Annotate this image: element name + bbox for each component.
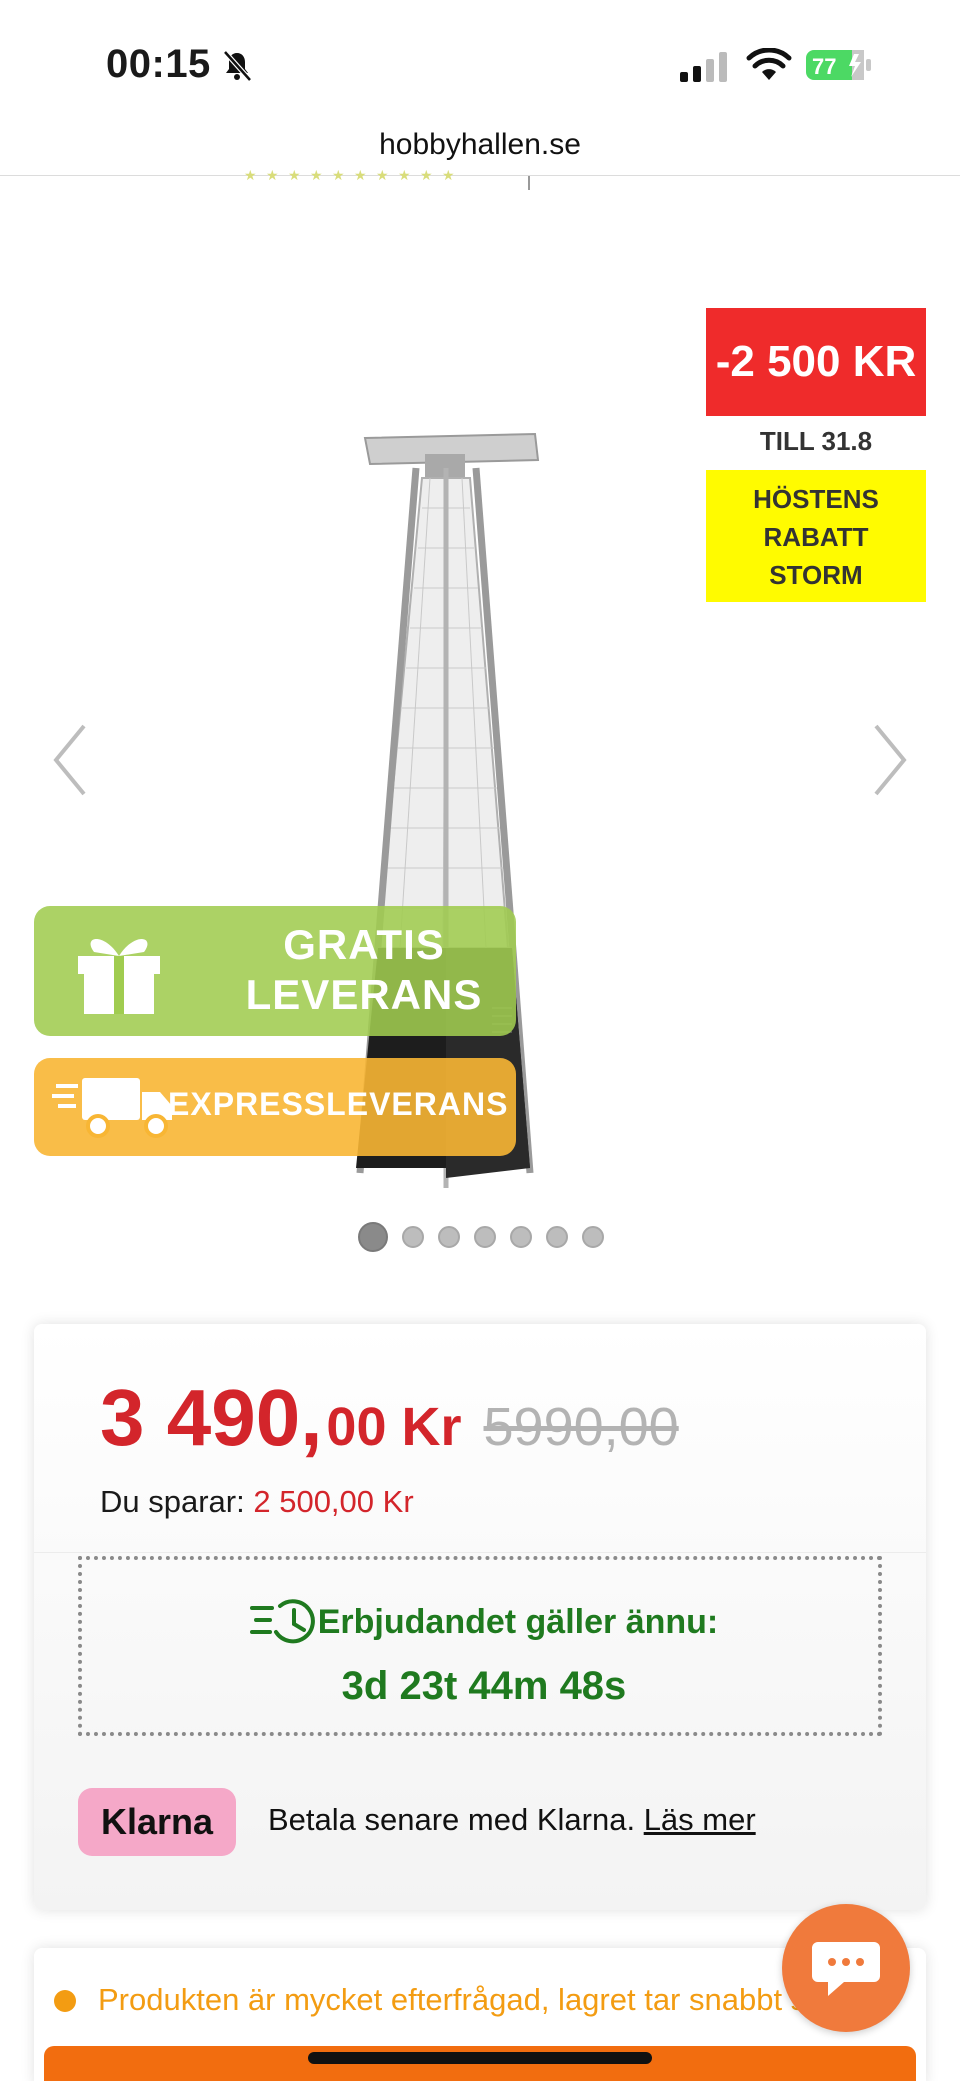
star-icon: ★ bbox=[310, 167, 323, 183]
pagination-dot[interactable] bbox=[510, 1226, 532, 1248]
url-text: hobbyhallen.se bbox=[379, 128, 581, 161]
pagination-dot[interactable] bbox=[358, 1222, 388, 1252]
star-icon: ★ bbox=[244, 167, 257, 183]
offer-countdown-box: Erbjudandet gäller ännu: 3d 23t 44m 48s bbox=[78, 1556, 882, 1736]
address-bar[interactable]: hobbyhallen.se bbox=[0, 120, 960, 176]
read-more-link[interactable]: Läs mer bbox=[644, 1802, 756, 1837]
chevron-right-icon[interactable] bbox=[870, 720, 910, 800]
wifi-icon bbox=[746, 48, 792, 80]
status-time: 00:15 bbox=[106, 42, 211, 86]
home-indicator[interactable] bbox=[308, 2052, 652, 2064]
chat-button[interactable] bbox=[782, 1904, 910, 2032]
star-icon: ★ bbox=[376, 167, 389, 183]
patio-heater-image bbox=[356, 432, 540, 1188]
free-delivery-line: GRATIS bbox=[283, 921, 445, 968]
campaign-line: STORM bbox=[769, 560, 863, 590]
saving-amount: 2 500,00 Kr bbox=[253, 1484, 414, 1519]
saving-text: Du sparar: 2 500,00 Kr bbox=[100, 1484, 414, 1520]
current-price-decimals: 00 Kr bbox=[326, 1397, 462, 1457]
gift-icon bbox=[78, 939, 160, 1014]
offer-title: Erbjudandet gäller ännu: bbox=[82, 1598, 886, 1646]
chat-icon bbox=[812, 1942, 880, 1996]
price-card: 3 490, 00 Kr 5990,00 Du sparar: 2 500,00… bbox=[34, 1324, 926, 1910]
offer-title-text: Erbjudandet gäller ännu: bbox=[317, 1602, 719, 1641]
original-price: 5990,00 bbox=[483, 1397, 679, 1457]
klarna-info: Betala senare med Klarna. Läs mer bbox=[268, 1802, 756, 1838]
stock-status-dot bbox=[54, 1990, 76, 2012]
saving-label: Du sparar: bbox=[100, 1484, 245, 1519]
divider bbox=[34, 1552, 926, 1553]
express-delivery-text: EXPRESSLEVERANS bbox=[168, 1086, 509, 1122]
rating-stars: ★ ★ ★ ★ ★ ★ ★ ★ ★ ★ bbox=[244, 168, 456, 182]
star-icon: ★ bbox=[288, 167, 301, 183]
battery-icon: 77 bbox=[806, 50, 871, 80]
price-row: 3 490, 00 Kr 5990,00 bbox=[100, 1372, 679, 1464]
battery-level: 77 bbox=[812, 54, 836, 79]
divider bbox=[528, 176, 530, 190]
star-icon: ★ bbox=[266, 167, 279, 183]
campaign-line: RABATT bbox=[763, 522, 869, 552]
express-delivery-banner: EXPRESSLEVERANS bbox=[34, 1058, 516, 1156]
countdown-timer: 3d 23t 44m 48s bbox=[341, 1664, 627, 1708]
chevron-left-icon[interactable] bbox=[50, 720, 90, 800]
klarna-logo: Klarna bbox=[78, 1788, 236, 1856]
stock-notice-text: Produkten är mycket efterfrågad, lagret … bbox=[98, 1982, 839, 2017]
bell-slash-icon bbox=[223, 50, 252, 82]
star-icon: ★ bbox=[420, 167, 433, 183]
gallery-pagination[interactable] bbox=[358, 1222, 604, 1252]
discount-badge: -2 500 KR bbox=[706, 308, 926, 416]
pagination-dot[interactable] bbox=[438, 1226, 460, 1248]
timer-icon bbox=[249, 1599, 315, 1644]
truck-icon bbox=[52, 1078, 172, 1138]
pagination-dot[interactable] bbox=[582, 1226, 604, 1248]
free-delivery-banner: GRATIS LEVERANS bbox=[34, 906, 516, 1036]
status-bar: 00:15 77 bbox=[0, 0, 960, 120]
klarna-text: Betala senare med Klarna. bbox=[268, 1802, 636, 1837]
campaign-line: HÖSTENS bbox=[753, 484, 879, 514]
current-price: 3 490, bbox=[100, 1373, 323, 1462]
star-icon: ★ bbox=[398, 167, 411, 183]
pagination-dot[interactable] bbox=[474, 1226, 496, 1248]
product-gallery[interactable]: -2 500 KR TILL 31.8 HÖSTENS RABATT STORM… bbox=[0, 190, 960, 1270]
campaign-badge: HÖSTENS RABATT STORM bbox=[706, 470, 926, 602]
free-delivery-text: GRATIS LEVERANS bbox=[224, 920, 504, 1020]
cellular-signal-icon bbox=[680, 52, 727, 82]
pagination-dot[interactable] bbox=[402, 1226, 424, 1248]
star-icon: ★ bbox=[354, 167, 367, 183]
valid-until-text: TILL 31.8 bbox=[759, 426, 873, 456]
star-icon: ★ bbox=[332, 167, 345, 183]
pagination-dot[interactable] bbox=[546, 1226, 568, 1248]
free-delivery-line: LEVERANS bbox=[245, 971, 483, 1018]
star-icon: ★ bbox=[442, 167, 455, 183]
